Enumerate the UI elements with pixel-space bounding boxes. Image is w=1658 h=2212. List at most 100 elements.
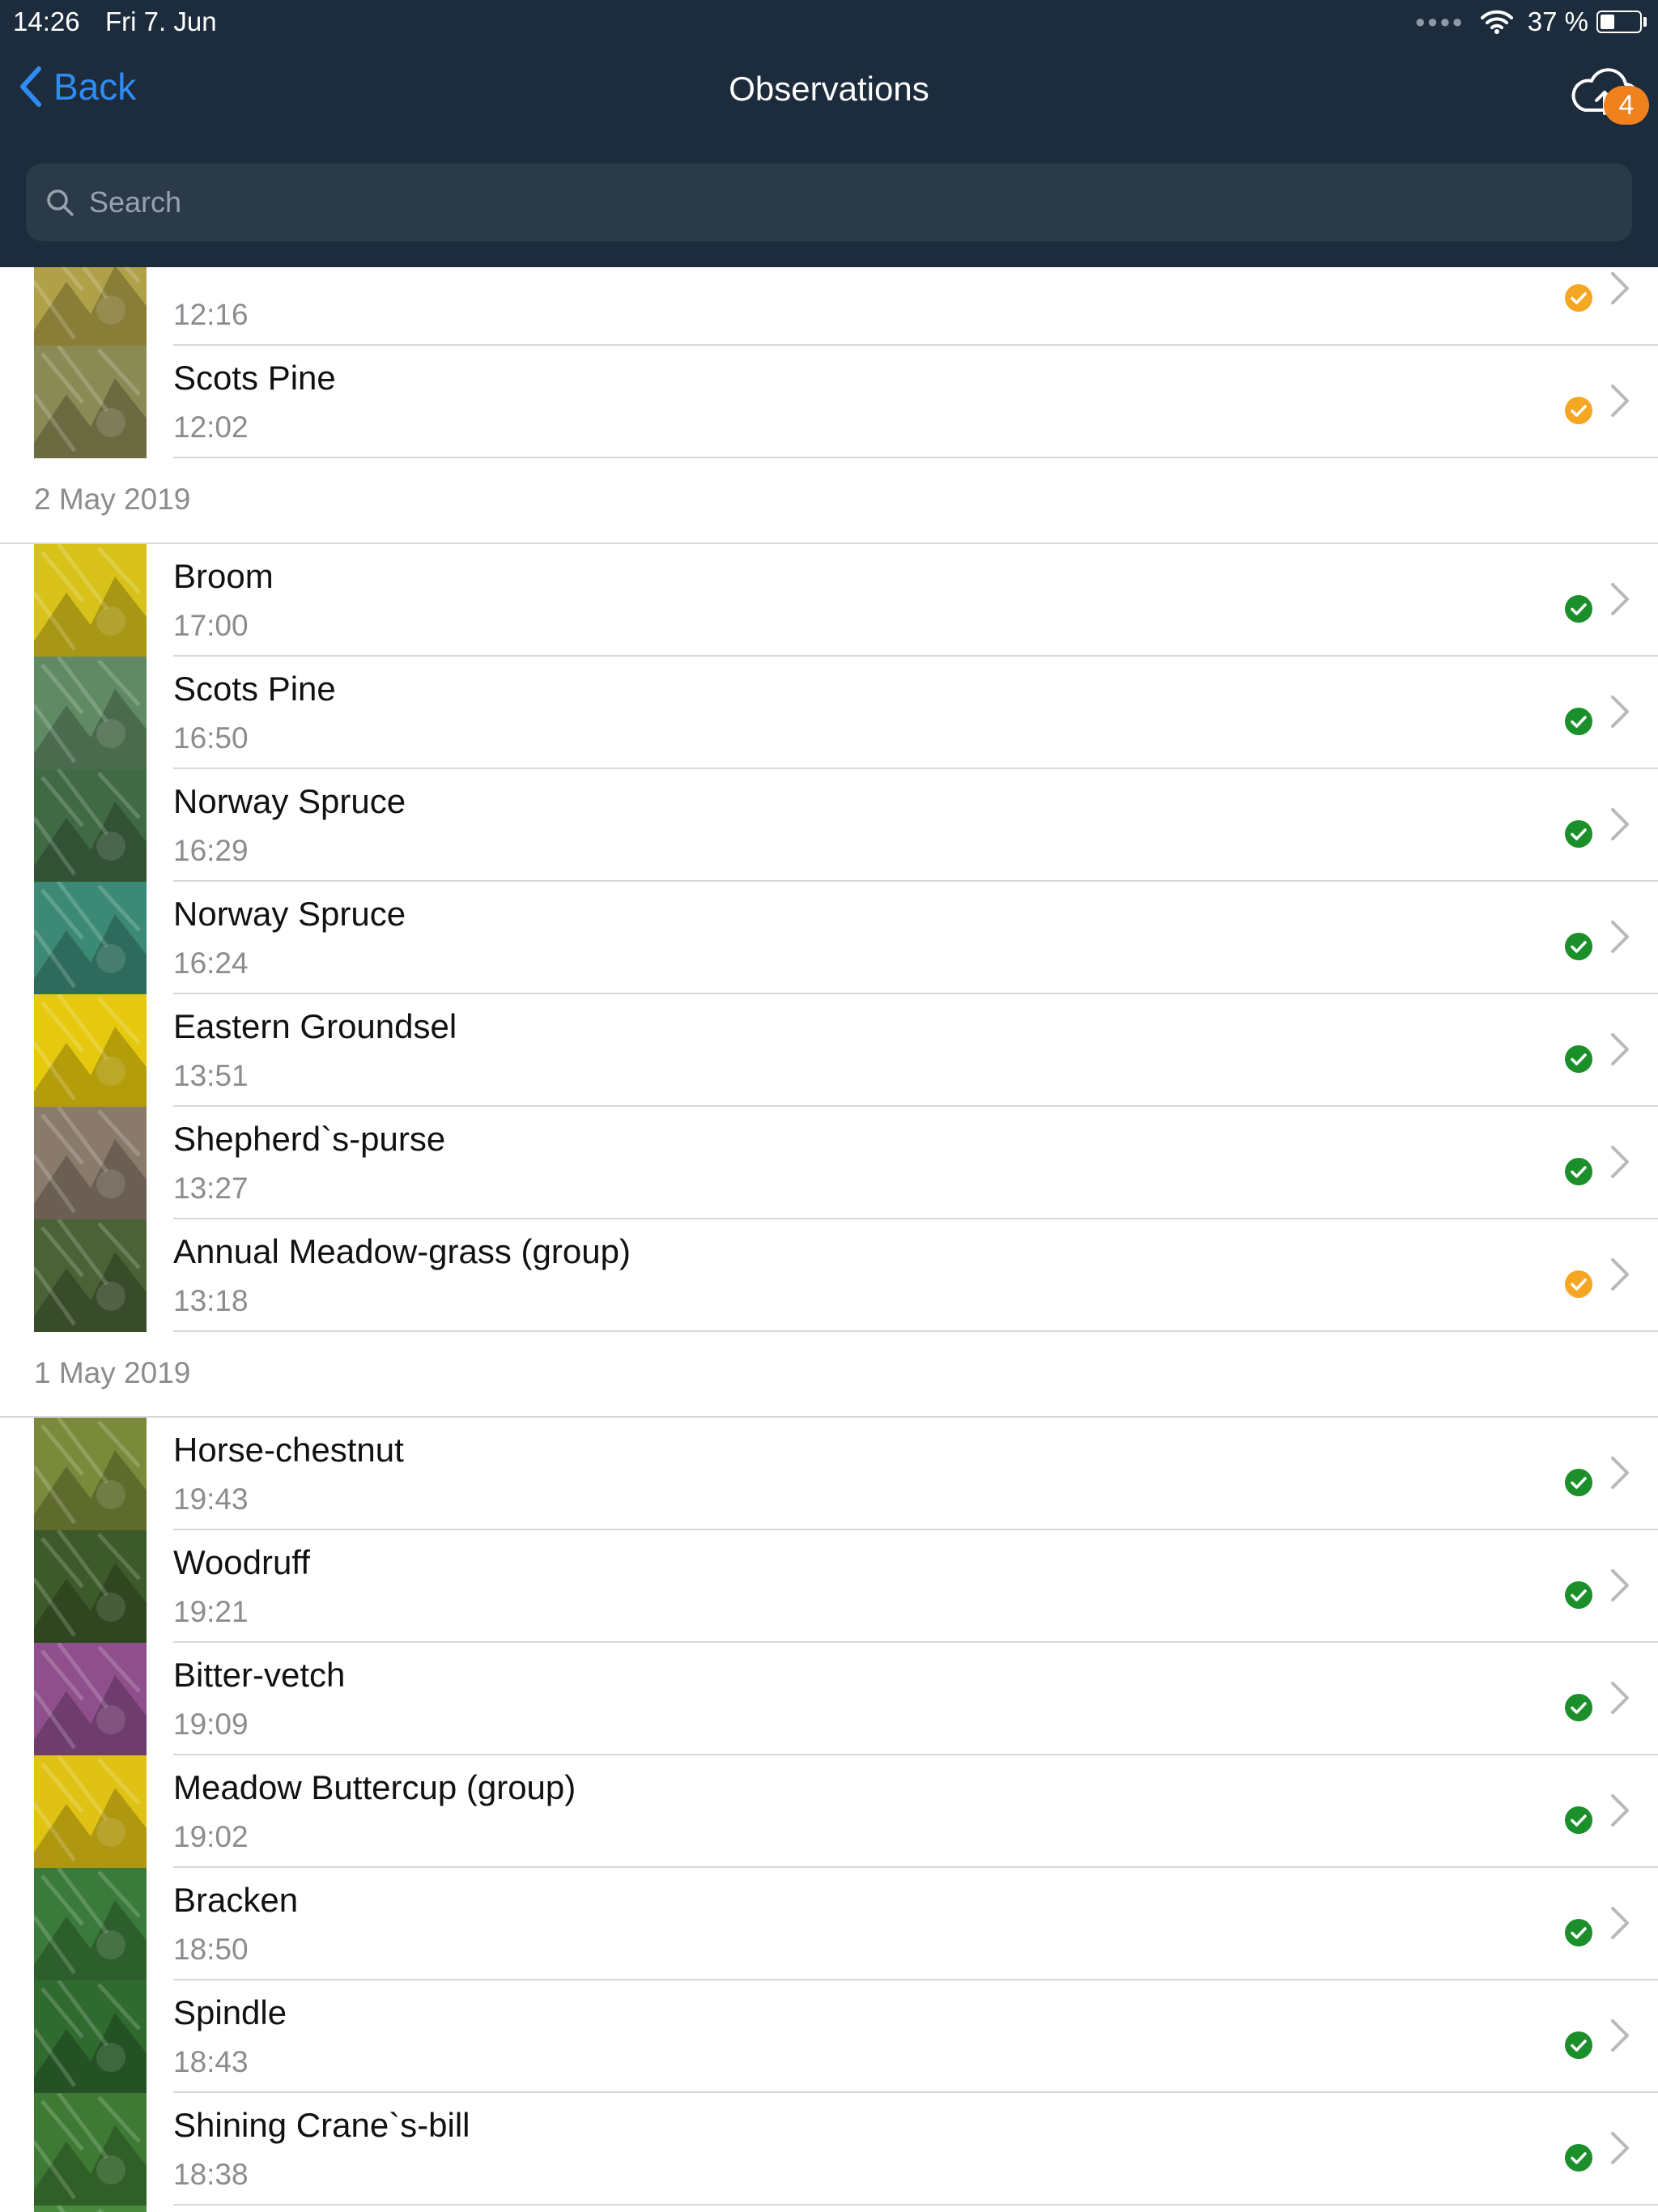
observation-row[interactable]: Bracken 18:50 bbox=[0, 1868, 1658, 1980]
observation-name: Annual Meadow-grass (group) bbox=[173, 1232, 631, 1270]
chevron-right-icon bbox=[1608, 694, 1632, 730]
observation-time: 16:24 bbox=[173, 946, 249, 980]
observation-name: Bracken bbox=[173, 1881, 299, 1919]
verified-check-icon bbox=[1564, 1044, 1593, 1074]
observation-photo bbox=[34, 267, 147, 346]
observation-row-text: Eastern Groundsel 13:51 bbox=[173, 994, 1658, 1107]
observation-time: 16:50 bbox=[173, 721, 249, 755]
observation-name: Scots Pine bbox=[173, 359, 336, 397]
observation-row[interactable]: Norway Spruce 16:29 bbox=[0, 769, 1658, 882]
observation-photo bbox=[34, 1755, 147, 1868]
observation-time: 19:21 bbox=[173, 1595, 249, 1628]
observation-row[interactable]: Spindle 18:43 bbox=[0, 1980, 1658, 2093]
date-section-header: 1 May 2019 bbox=[0, 1332, 1658, 1418]
status-indicators: ●●●● 37 % bbox=[1415, 6, 1647, 37]
pending-check-icon bbox=[1564, 1270, 1593, 1299]
observation-photo bbox=[34, 882, 147, 994]
battery-tip bbox=[1643, 17, 1647, 27]
observation-name: Shining Crane`s-bill bbox=[173, 2106, 470, 2144]
observation-name: Meadow Buttercup (group) bbox=[173, 1768, 576, 1806]
observation-name: Broom bbox=[173, 557, 274, 595]
nav-bar: Back Observations 4 bbox=[0, 45, 1658, 136]
section-date: 2 May 2019 bbox=[34, 483, 191, 516]
observation-photo bbox=[34, 1530, 147, 1643]
observation-row[interactable]: Broom 17:00 bbox=[0, 544, 1658, 657]
observation-time: 13:27 bbox=[173, 1172, 249, 1205]
verified-check-icon bbox=[1564, 2031, 1593, 2060]
observation-row[interactable]: Norway Spruce 16:24 bbox=[0, 882, 1658, 994]
observation-row-text: Spindle 18:43 bbox=[173, 1980, 1658, 2093]
observation-time: 13:51 bbox=[173, 1059, 249, 1092]
observation-time: 16:29 bbox=[173, 834, 249, 867]
observation-name: Eastern Groundsel bbox=[173, 1007, 457, 1045]
observation-row[interactable]: 12:16 bbox=[0, 267, 1658, 346]
battery-percent: 37 % bbox=[1527, 6, 1588, 36]
observation-photo bbox=[34, 1107, 147, 1219]
observation-row[interactable]: Meadow Buttercup (group) 19:02 bbox=[0, 1755, 1658, 1868]
observation-row-text: Annual Meadow-grass (group) 13:18 bbox=[173, 1219, 1658, 1332]
observation-row-text: Beech bbox=[173, 2206, 1658, 2212]
observation-row[interactable]: Horse-chestnut 19:43 bbox=[0, 1418, 1658, 1530]
status-bar: 14:26 Fri 7. Jun ●●●● 37 % bbox=[0, 0, 1658, 45]
verified-check-icon bbox=[1564, 1693, 1593, 1722]
chevron-right-icon bbox=[1608, 1680, 1632, 1716]
search-bar[interactable] bbox=[26, 164, 1632, 241]
observation-photo bbox=[34, 1980, 147, 2093]
wifi-icon bbox=[1480, 10, 1513, 34]
observation-row[interactable]: Bitter-vetch 19:09 bbox=[0, 1643, 1658, 1755]
observation-row[interactable]: Scots Pine 12:02 bbox=[0, 346, 1658, 458]
observation-name: Spindle bbox=[173, 1993, 287, 2031]
observation-photo bbox=[34, 1868, 147, 1980]
observation-row[interactable]: Scots Pine 16:50 bbox=[0, 657, 1658, 769]
observation-row-text: Bracken 18:50 bbox=[173, 1868, 1658, 1980]
observation-row[interactable]: Annual Meadow-grass (group) 13:18 bbox=[0, 1219, 1658, 1332]
date-section-header: 2 May 2019 bbox=[0, 458, 1658, 544]
upload-count-badge: 4 bbox=[1604, 86, 1649, 125]
observation-time: 19:09 bbox=[173, 1708, 249, 1741]
observation-photo bbox=[34, 994, 147, 1107]
section-date: 1 May 2019 bbox=[34, 1356, 191, 1389]
chevron-right-icon bbox=[1608, 2130, 1632, 2166]
observation-row-text: Bitter-vetch 19:09 bbox=[173, 1643, 1658, 1755]
chevron-right-icon bbox=[1608, 270, 1632, 306]
observation-row-text: Shining Crane`s-bill 18:38 bbox=[173, 2093, 1658, 2206]
battery-icon bbox=[1596, 11, 1642, 33]
observation-row-text: 12:16 bbox=[173, 267, 1658, 346]
observation-photo bbox=[34, 2093, 147, 2206]
observation-row-text: Shepherd`s-purse 13:27 bbox=[173, 1107, 1658, 1219]
observation-row-text: Meadow Buttercup (group) 19:02 bbox=[173, 1755, 1658, 1868]
observation-photo bbox=[34, 346, 147, 458]
observation-time: 18:38 bbox=[173, 2158, 249, 2191]
verified-check-icon bbox=[1564, 594, 1593, 623]
chevron-right-icon bbox=[1608, 581, 1632, 617]
status-time: 14:26 bbox=[13, 6, 80, 36]
chevron-right-icon bbox=[1608, 919, 1632, 955]
observation-list[interactable]: 12:16 Scots Pine 12:02 2 May 2019 Broom 17:00… bbox=[0, 267, 1658, 2212]
observation-photo bbox=[34, 1643, 147, 1755]
observation-row[interactable]: Woodruff 19:21 bbox=[0, 1530, 1658, 1643]
observation-time: 18:43 bbox=[173, 2045, 249, 2078]
verified-check-icon bbox=[1564, 1806, 1593, 1835]
chevron-right-icon bbox=[1608, 1144, 1632, 1180]
observation-name: Horse-chestnut bbox=[173, 1431, 404, 1469]
chevron-right-icon bbox=[1608, 1257, 1632, 1292]
verified-check-icon bbox=[1564, 819, 1593, 849]
page-title: Observations bbox=[729, 70, 929, 108]
observation-row[interactable]: Eastern Groundsel 13:51 bbox=[0, 994, 1658, 1107]
observation-row[interactable]: Shining Crane`s-bill 18:38 bbox=[0, 2093, 1658, 2206]
verified-check-icon bbox=[1564, 1580, 1593, 1610]
observation-photo bbox=[34, 2206, 147, 2212]
observation-row[interactable]: Beech bbox=[0, 2206, 1658, 2212]
observation-time: 19:02 bbox=[173, 1820, 249, 1853]
chevron-right-icon bbox=[1608, 1793, 1632, 1828]
observation-name: Norway Spruce bbox=[173, 895, 406, 933]
search-input[interactable] bbox=[89, 185, 1611, 219]
observation-time: 18:50 bbox=[173, 1933, 249, 1966]
observation-list-content: 12:16 Scots Pine 12:02 2 May 2019 Broom 17:00… bbox=[0, 267, 1658, 2212]
chevron-right-icon bbox=[1608, 383, 1632, 419]
observation-time: 12:16 bbox=[173, 298, 249, 331]
observation-photo bbox=[34, 769, 147, 882]
observation-row[interactable]: Shepherd`s-purse 13:27 bbox=[0, 1107, 1658, 1219]
signal-icon: ●●●● bbox=[1414, 11, 1465, 32]
observation-photo bbox=[34, 1418, 147, 1530]
